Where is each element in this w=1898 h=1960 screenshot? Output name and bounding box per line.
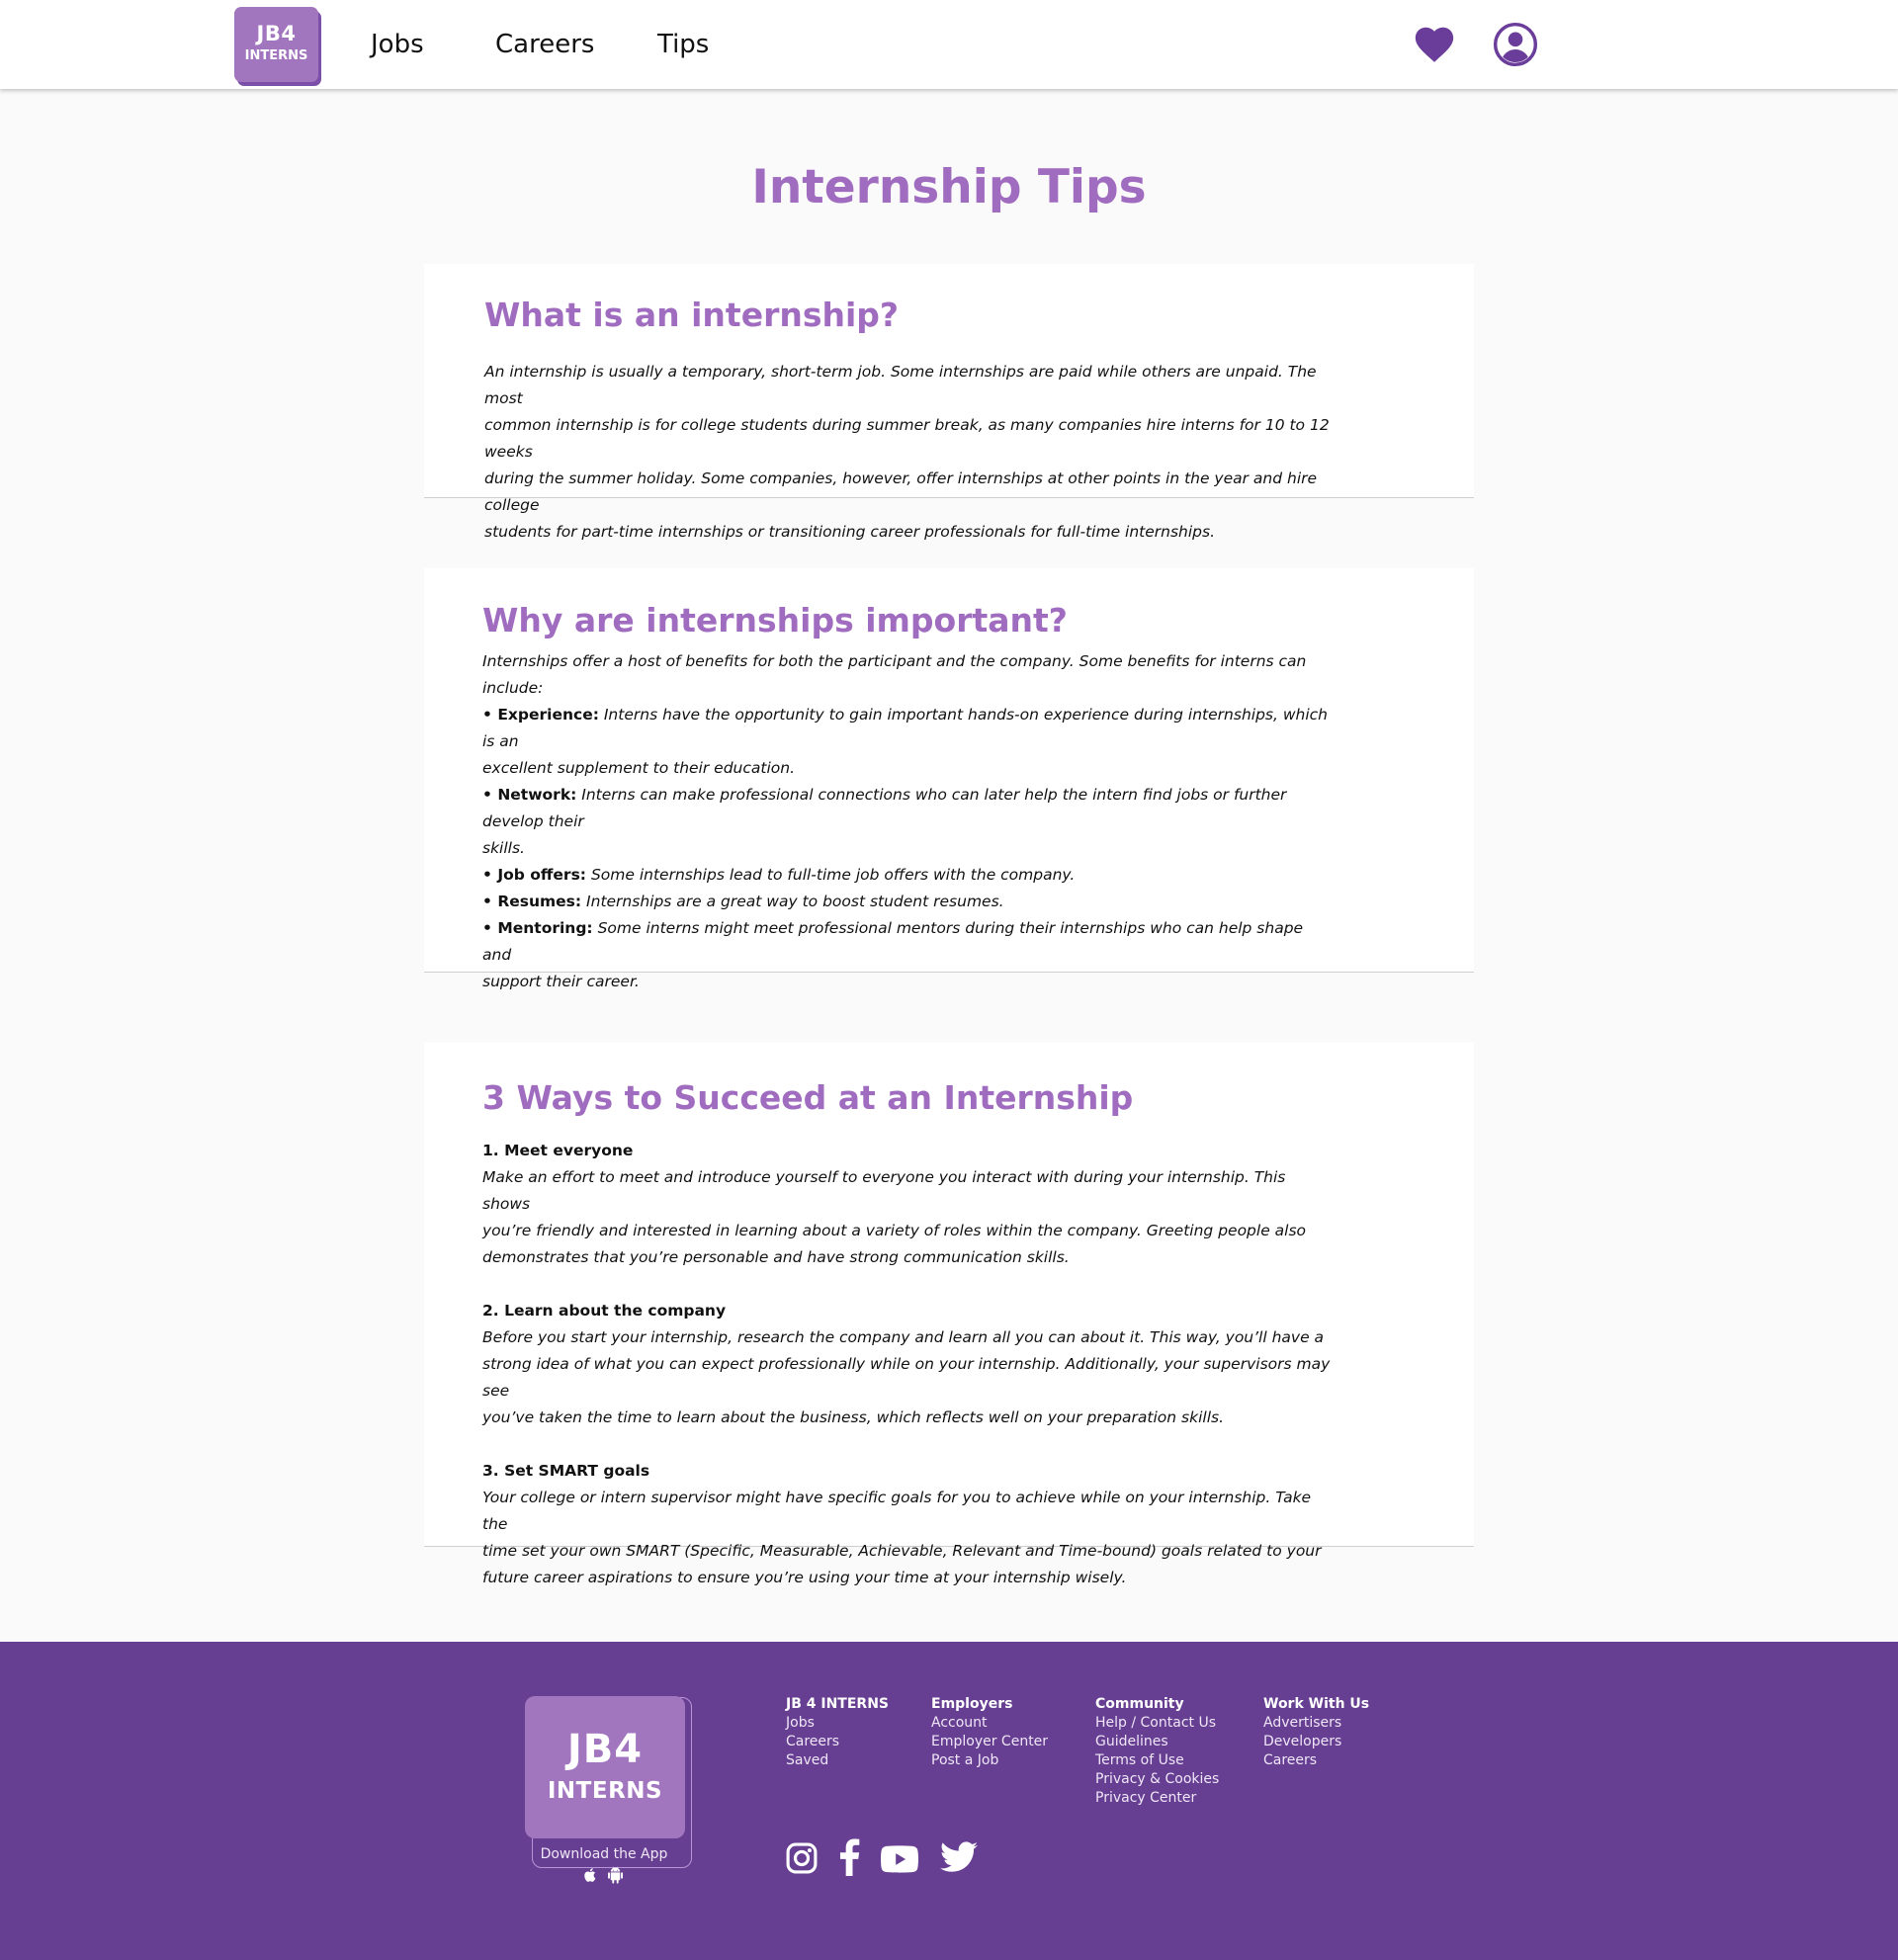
download-app-label: Download the App — [540, 1846, 668, 1862]
tip-title: 3. Set SMART goals — [482, 1462, 650, 1480]
section-three-ways: 3 Ways to Succeed at an Internship 1. Me… — [424, 1043, 1474, 1586]
benefit-item: • Mentoring: Some interns might meet pro… — [482, 919, 1304, 964]
footer-column-community: Community Help / Contact Us Guidelines T… — [1095, 1695, 1219, 1808]
benefit-label: Job offers: — [497, 866, 587, 884]
benefit-continuation: skills. — [482, 839, 525, 857]
footer-column-employers: Employers Account Employer Center Post a… — [931, 1695, 1048, 1770]
section-heading: What is an internship? — [484, 296, 900, 334]
tip-title: 1. Meet everyone — [482, 1142, 634, 1159]
section-body: An internship is usually a temporary, sh… — [484, 359, 1335, 546]
benefit-item: • Job offers: Some internships lead to f… — [482, 866, 1076, 884]
footer-link-employer-center[interactable]: Employer Center — [931, 1733, 1048, 1751]
benefit-text: Some interns might meet professional men… — [482, 919, 1304, 964]
text-line: you’ve taken the time to learn about the… — [482, 1408, 1225, 1426]
benefit-label: Mentoring: — [497, 919, 593, 937]
footer-link-saved[interactable]: Saved — [786, 1751, 889, 1770]
instagram-icon[interactable] — [785, 1841, 819, 1875]
section-body: Internships offer a host of benefits for… — [482, 648, 1333, 995]
tip-title: 2. Learn about the company — [482, 1302, 727, 1320]
benefit-text: Some internships lead to full-time job o… — [590, 866, 1076, 884]
nav-link-tips[interactable]: Tips — [657, 28, 709, 61]
facebook-icon[interactable] — [837, 1838, 861, 1876]
site-logo[interactable]: JB4 INTERNS — [234, 7, 318, 82]
benefit-label: Resumes: — [497, 893, 582, 910]
footer-link-help-contact[interactable]: Help / Contact Us — [1095, 1714, 1219, 1733]
twitter-icon[interactable] — [940, 1840, 978, 1874]
text-line: you’re friendly and interested in learni… — [482, 1222, 1307, 1239]
footer-link-guidelines[interactable]: Guidelines — [1095, 1733, 1219, 1751]
logo-text-bottom: INTERNS — [547, 1778, 663, 1804]
benefit-label: Experience: — [497, 706, 599, 724]
footer-link-privacy-center[interactable]: Privacy Center — [1095, 1789, 1219, 1808]
footer-column-heading: Work With Us — [1263, 1696, 1370, 1712]
text-line: future career aspirations to ensure you’… — [482, 1569, 1127, 1586]
footer-link-developers[interactable]: Developers — [1263, 1733, 1369, 1751]
benefit-continuation: excellent supplement to their education. — [482, 759, 795, 777]
footer-link-jobs[interactable]: Jobs — [786, 1714, 889, 1733]
benefit-text: Interns have the opportunity to gain imp… — [482, 706, 1328, 750]
footer-link-advertisers[interactable]: Advertisers — [1263, 1714, 1369, 1733]
text-line: during the summer holiday. Some companie… — [484, 469, 1318, 514]
benefit-continuation: support their career. — [482, 973, 640, 990]
footer-link-careers[interactable]: Careers — [786, 1733, 889, 1751]
logo-text-top: JB4 — [256, 22, 297, 45]
footer-link-post-a-job[interactable]: Post a Job — [931, 1751, 1048, 1770]
benefit-text: Internships are a great way to boost stu… — [586, 893, 1004, 910]
section-body: 1. Meet everyone Make an effort to meet … — [482, 1138, 1333, 1591]
footer-column-heading: JB 4 INTERNS — [786, 1696, 889, 1712]
text-line: time set your own SMART (Specific, Measu… — [482, 1542, 1322, 1560]
section-heading: Why are internships important? — [482, 601, 1068, 639]
section-what-is-internship: What is an internship? An internship is … — [424, 264, 1474, 541]
footer-link-terms-of-use[interactable]: Terms of Use — [1095, 1751, 1219, 1770]
benefit-item: • Resumes: Internships are a great way t… — [482, 893, 1004, 910]
android-icon[interactable] — [606, 1866, 625, 1885]
text-line: Your college or intern supervisor might … — [482, 1489, 1312, 1533]
benefit-label: Network: — [497, 786, 577, 804]
footer-column-heading: Employers — [931, 1696, 1013, 1712]
footer-link-account[interactable]: Account — [931, 1714, 1048, 1733]
logo-text-bottom: INTERNS — [244, 48, 308, 63]
text-line: An internship is usually a temporary, sh… — [484, 363, 1317, 407]
footer-column-work-with-us: Work With Us Advertisers Developers Care… — [1263, 1695, 1369, 1770]
nav-link-jobs[interactable]: Jobs — [371, 28, 424, 61]
benefit-item: • Network: Interns can make professional… — [482, 786, 1287, 830]
intro-line: Internships offer a host of benefits for… — [482, 652, 1307, 697]
footer-column-jb4interns: JB 4 INTERNS Jobs Careers Saved — [786, 1695, 889, 1770]
benefit-item: • Experience: Interns have the opportuni… — [482, 706, 1328, 750]
footer-logo[interactable]: JB4 INTERNS — [525, 1696, 685, 1838]
text-line: Before you start your internship, resear… — [482, 1328, 1325, 1346]
site-footer: JB4 INTERNS Download the App JB 4 INTERN… — [0, 1642, 1898, 1960]
section-why-important: Why are internships important? Internshi… — [424, 568, 1474, 990]
logo-text-top: JB4 — [566, 1727, 644, 1772]
text-line: Make an effort to meet and introduce you… — [482, 1168, 1286, 1213]
text-line: strong idea of what you can expect profe… — [482, 1355, 1331, 1400]
user-circle-icon[interactable] — [1493, 22, 1538, 67]
section-heading: 3 Ways to Succeed at an Internship — [482, 1078, 1134, 1117]
text-line: common internship is for college student… — [484, 416, 1330, 461]
apple-icon[interactable] — [582, 1866, 599, 1884]
text-line: demonstrates that you’re personable and … — [482, 1248, 1070, 1266]
benefit-text: Interns can make professional connection… — [482, 786, 1287, 830]
footer-column-heading: Community — [1095, 1696, 1184, 1712]
page-title: Internship Tips — [751, 160, 1147, 214]
top-navigation-bar: JB4 INTERNS Jobs Careers Tips — [0, 0, 1898, 89]
heart-icon[interactable] — [1412, 22, 1457, 67]
youtube-icon[interactable] — [881, 1845, 918, 1873]
text-line: students for part-time internships or tr… — [484, 523, 1216, 541]
nav-link-careers[interactable]: Careers — [495, 28, 594, 61]
footer-link-careers-work[interactable]: Careers — [1263, 1751, 1369, 1770]
footer-link-privacy-cookies[interactable]: Privacy & Cookies — [1095, 1770, 1219, 1789]
